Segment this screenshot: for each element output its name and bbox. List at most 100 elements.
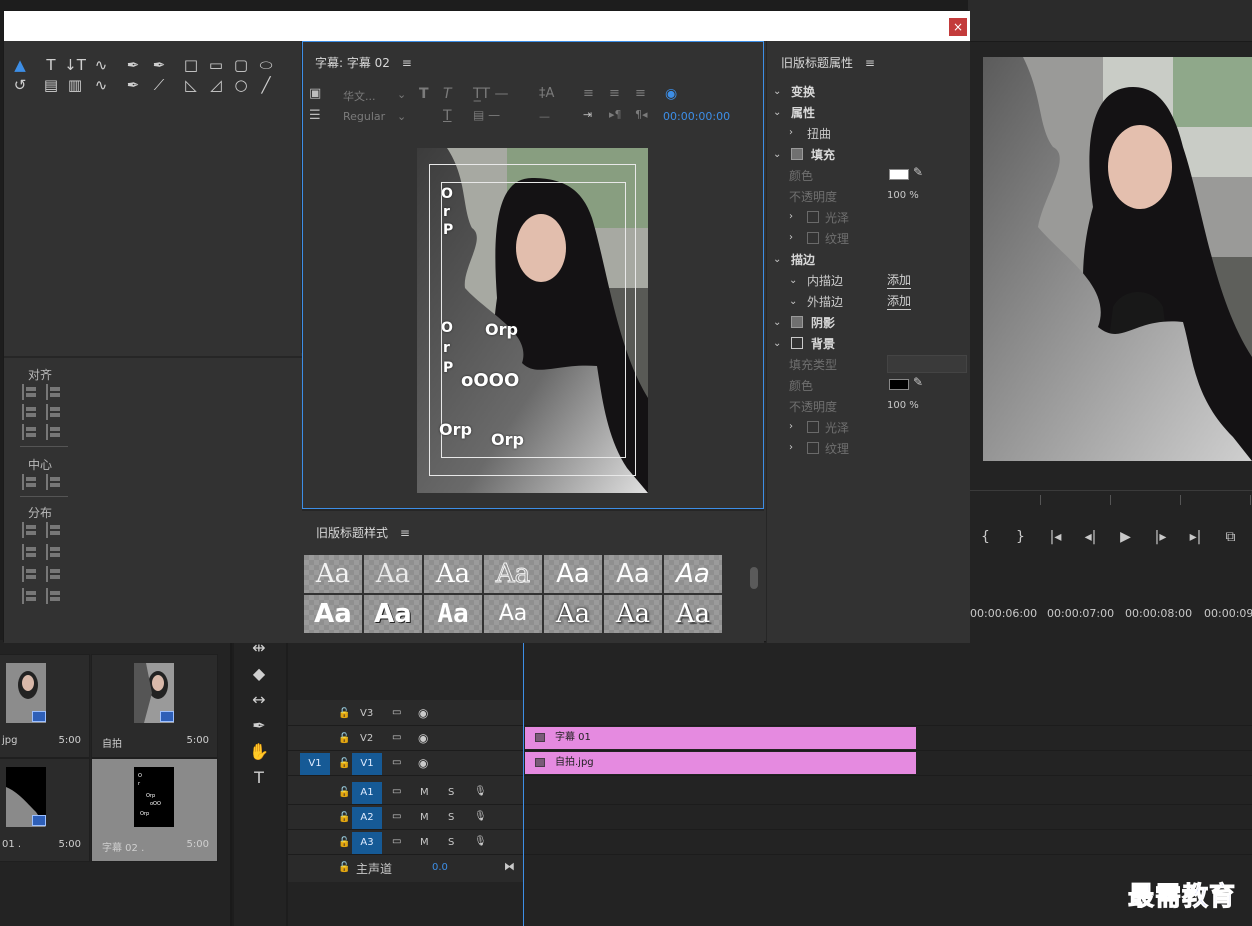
chevron-right-icon[interactable]: › (789, 442, 793, 453)
chevron-down-icon[interactable]: ⌄ (773, 149, 781, 160)
eye-icon[interactable]: ◉ (418, 731, 428, 745)
mute-button[interactable]: M (420, 812, 429, 823)
chevron-right-icon[interactable]: › (789, 127, 793, 138)
microphone-icon[interactable]: 🎙 (474, 811, 487, 822)
panel-menu-icon[interactable]: ≡ (400, 526, 410, 540)
playhead[interactable] (523, 640, 524, 926)
style-swatch[interactable]: Aa (304, 595, 362, 633)
fill-checkbox[interactable] (791, 148, 803, 160)
delete-anchor-icon[interactable]: ✒ (148, 55, 170, 75)
mute-button[interactable]: M (420, 837, 429, 848)
paragraph-icon[interactable]: ▸¶ (609, 108, 622, 121)
vertical-area-type-icon[interactable]: ▥ (64, 75, 86, 95)
canvas-text[interactable]: r (443, 204, 450, 220)
title-panel-tab[interactable]: 字幕: 字幕 02 ≡ (315, 54, 412, 71)
chevron-right-icon[interactable]: › (789, 211, 793, 222)
track-target-a3[interactable]: A3 (352, 832, 382, 854)
rounded-ellipse-icon[interactable]: ⬭ (255, 55, 277, 75)
properties-panel-tab[interactable]: 旧版标题属性 ≡ (781, 54, 875, 71)
styles-panel-tab[interactable]: 旧版标题样式 ≡ (316, 524, 410, 541)
pen-icon[interactable]: ✒ (248, 716, 270, 735)
master-volume-value[interactable]: 0.0 (432, 862, 448, 873)
ellipse-tool-icon[interactable]: ○ (230, 75, 252, 95)
shadow-section[interactable]: 阴影 (811, 314, 835, 331)
track-target-v1[interactable]: V1 (352, 753, 382, 775)
toggle-sync-icon[interactable]: ▭ (392, 811, 401, 822)
lock-icon[interactable]: 🔓 (338, 812, 350, 823)
bg-sheen-checkbox[interactable] (807, 421, 819, 433)
baseline-field[interactable]: — (539, 110, 550, 123)
canvas-text[interactable]: Orp (491, 430, 524, 449)
canvas-text[interactable]: oOOO (461, 370, 519, 391)
chevron-down-icon[interactable]: ⌄ (773, 338, 781, 349)
razor-icon[interactable]: ◆ (248, 664, 270, 683)
toggle-sync-icon[interactable]: ▭ (392, 836, 401, 847)
style-swatch[interactable]: Aa (664, 555, 722, 593)
track-target-a2[interactable]: A2 (352, 807, 382, 829)
bg-opacity-value[interactable]: 100 % (887, 400, 919, 411)
font-style-select[interactable]: Regular (343, 110, 385, 123)
paragraph-rtl-icon[interactable]: ¶◂ (635, 108, 648, 121)
toggle-sync-icon[interactable]: ▭ (392, 786, 401, 797)
toggle-sync-icon[interactable]: ▭ (392, 707, 401, 718)
mute-button[interactable]: M (420, 787, 429, 798)
fill-section[interactable]: 填充 (811, 146, 835, 163)
style-swatch[interactable]: Aa (424, 555, 482, 593)
solo-button[interactable]: S (448, 787, 454, 798)
project-item[interactable]: 01 . 5:00 (0, 758, 90, 862)
align-right-text-icon[interactable]: ≡ (635, 86, 646, 101)
clipped-rect-icon[interactable]: ▢ (230, 55, 252, 75)
distribute-hcenter-icon[interactable] (22, 544, 38, 560)
play-icon[interactable]: ▶ (1108, 529, 1143, 545)
lock-icon[interactable]: 🔓 (338, 837, 350, 848)
step-back-icon[interactable]: ◂| (1073, 529, 1108, 545)
arc-tool-icon[interactable]: ◿ (205, 75, 227, 95)
eye-icon[interactable]: ◉ (418, 756, 428, 770)
timeline-ruler[interactable]: 00:00:06:00 00:00:07:00 00:00:08:00 00:0… (968, 595, 1252, 625)
style-swatch[interactable]: Aa (304, 555, 362, 593)
background-checkbox[interactable] (791, 337, 803, 349)
chevron-down-icon[interactable]: ⌄ (773, 317, 781, 328)
bold-icon[interactable]: T (419, 86, 429, 102)
go-to-end-icon[interactable]: ⧓ (504, 860, 515, 873)
style-swatch[interactable]: Aa (364, 595, 422, 633)
chevron-down-icon[interactable]: ⌄ (773, 254, 781, 265)
style-swatch[interactable]: Aa (484, 555, 542, 593)
convert-anchor-icon[interactable]: ⟋ (148, 75, 170, 95)
mark-out-icon[interactable]: } (1003, 529, 1038, 545)
canvas-text[interactable]: P (443, 360, 453, 376)
path-type-icon[interactable]: ∿ (90, 55, 112, 75)
underline-icon[interactable]: T (443, 108, 452, 124)
style-swatch[interactable]: Aa (364, 555, 422, 593)
step-forward-icon[interactable]: |▸ (1143, 529, 1178, 545)
canvas-text[interactable]: P (443, 222, 453, 238)
fill-texture-checkbox[interactable] (807, 232, 819, 244)
lock-icon[interactable]: 🔓 (338, 787, 350, 798)
distort-section[interactable]: 扭曲 (807, 125, 831, 142)
export-frame-icon[interactable]: ⧉ (1213, 529, 1248, 545)
canvas-text[interactable]: r (443, 340, 450, 356)
track-target-a1[interactable]: A1 (352, 782, 382, 804)
mark-in-icon[interactable]: { (968, 529, 1003, 545)
program-scrubber[interactable] (968, 490, 1252, 508)
bg-color-swatch[interactable] (889, 379, 909, 390)
distribute-hspace-icon[interactable] (22, 588, 38, 604)
chevron-right-icon[interactable]: › (789, 421, 793, 432)
lock-icon[interactable]: 🔓 (338, 862, 350, 873)
hand-icon[interactable]: ✋ (248, 742, 270, 761)
chevron-down-icon[interactable]: ⌄ (789, 296, 797, 307)
shadow-checkbox[interactable] (791, 316, 803, 328)
fill-color-swatch[interactable] (889, 169, 909, 180)
chevron-down-icon[interactable]: ⌄ (773, 86, 781, 97)
add-outer-stroke-link[interactable]: 添加 (887, 292, 912, 310)
canvas-text[interactable]: O (441, 320, 453, 336)
eyedropper-icon[interactable]: ✎ (913, 375, 923, 389)
microphone-icon[interactable]: 🎙 (474, 786, 487, 797)
tab-stops-icon[interactable]: ☰ (309, 108, 321, 123)
fill-type-select[interactable] (887, 355, 967, 373)
align-hcenter-icon[interactable] (22, 404, 38, 420)
panel-menu-icon[interactable]: ≡ (865, 56, 875, 70)
rounded-rect-icon[interactable]: ▭ (205, 55, 227, 75)
solo-button[interactable]: S (448, 812, 454, 823)
chevron-right-icon[interactable]: › (789, 232, 793, 243)
